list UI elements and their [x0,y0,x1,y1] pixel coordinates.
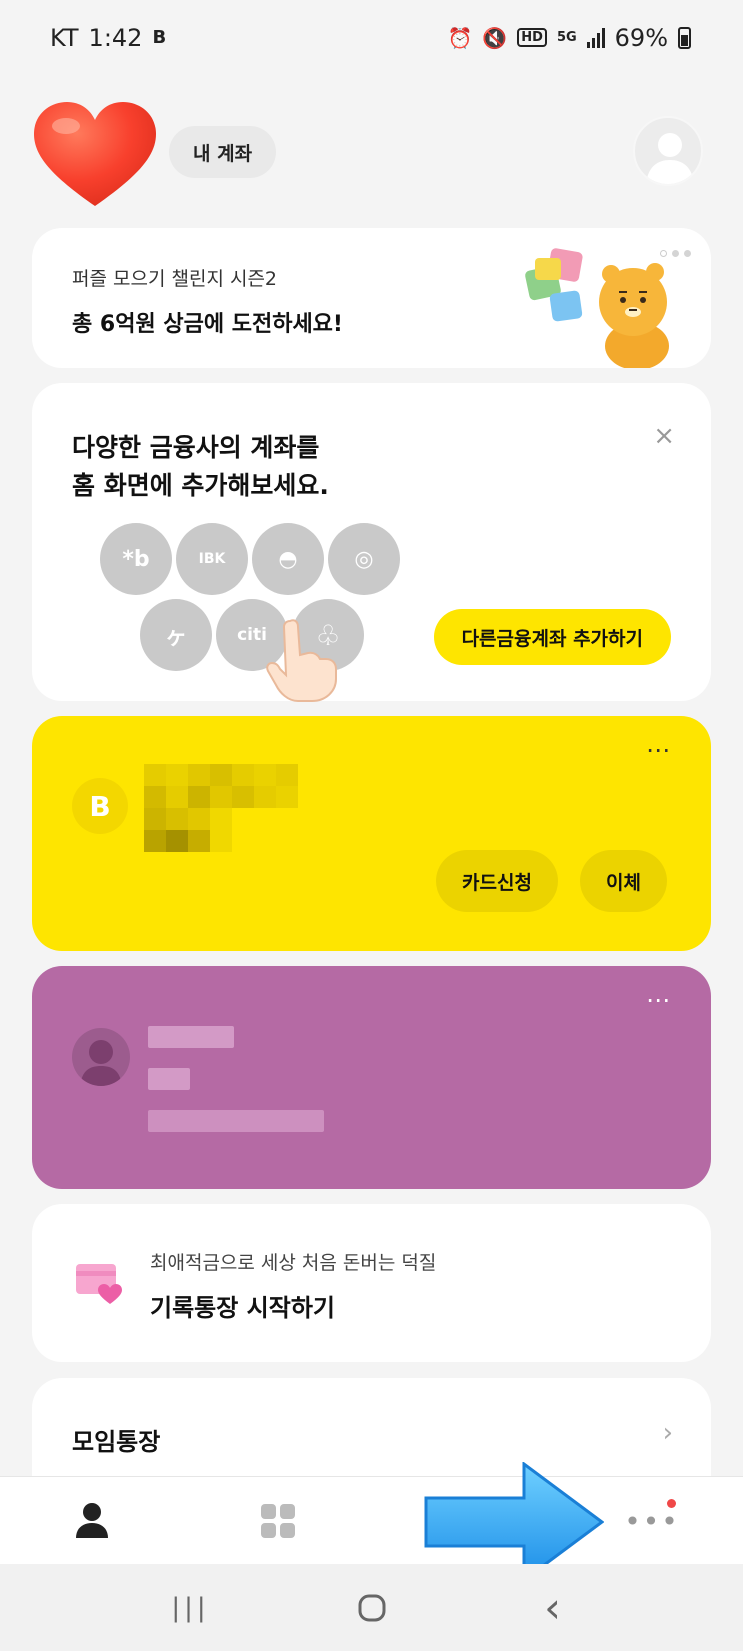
account-name-redacted [144,764,298,808]
chevron-right-icon: › [662,1418,673,1448]
account-balance-redacted [144,808,232,852]
signal-icon [586,27,605,48]
account-profile-avatar [72,1028,130,1086]
back-icon: ‹ [544,1583,561,1632]
more-options-icon[interactable]: ⋯ [646,986,671,1014]
profile-placeholder-icon [646,133,694,184]
bank-logo-hana-icon: ヶ [140,599,212,671]
tab-products[interactable] [218,1477,338,1565]
network-type-icon: 5G [556,30,577,45]
new-badge-dot [667,1499,676,1508]
bottom-tab-bar: ••• [0,1476,743,1564]
my-account-button[interactable]: 내 계좌 [169,126,277,178]
tab-more[interactable]: ••• [592,1477,712,1565]
person-silhouette-icon [80,1040,122,1086]
heart-icon[interactable] [32,100,158,210]
hd-icon: HD [517,28,547,47]
status-left: KT 1:42 B [50,24,166,52]
recent-apps-button[interactable]: ||| [151,1578,231,1638]
heart-card-icon [76,1264,122,1304]
promo-title: 총 6억원 상금에 도전하세요! [72,312,343,337]
group-account-title: 모임통장 [72,1428,161,1456]
carrier-label: KT [50,23,79,52]
add-bank-title: 다양한 금융사의 계좌를 홈 화면에 추가해보세요. [72,429,329,505]
mute-icon: 🔇 [482,25,508,50]
home-button[interactable] [332,1578,412,1638]
home-header: 내 계좌 [32,100,703,210]
puzzle-challenge-banner[interactable]: 퍼즐 모으기 챌린지 시즌2 총 6억원 상금에 도전하세요! [32,228,711,368]
back-button[interactable]: ‹ [513,1578,593,1638]
add-other-bank-card: 다양한 금융사의 계좌를 홈 화면에 추가해보세요. × *b IBK ◓ ◎ … [32,383,711,702]
battery-icon [678,26,691,49]
more-options-icon[interactable]: ⋯ [646,736,671,764]
pointing-hand-icon [266,619,337,702]
record-title: 기록통장 시작하기 [150,1294,335,1322]
add-other-bank-button[interactable]: 다른금융계좌 추가하기 [433,609,671,665]
account-balance-redacted [148,1068,190,1090]
record-subtitle: 최애적금으로 세상 처음 돈버는 덕질 [150,1252,437,1274]
account-name-redacted [148,1026,234,1048]
card-apply-button[interactable]: 카드신청 [436,850,558,912]
add-bank-title-line1: 다양한 금융사의 계좌를 [72,433,320,462]
record-account-banner[interactable]: 최애적금으로 세상 처음 돈버는 덕질 기록통장 시작하기 [32,1204,711,1362]
profile-avatar[interactable] [633,116,703,186]
more-dots-icon: ••• [624,1504,680,1538]
kakaobank-account-card[interactable]: B ⋯ 카드신청 이체 [32,716,711,951]
transfer-button[interactable]: 이체 [580,850,667,912]
status-bar: KT 1:42 B ⏰ 🔇 HD 5G 69% [0,0,743,75]
puzzle-character-illustration [525,248,669,368]
add-bank-title-line2: 홈 화면에 추가해보세요. [72,471,329,500]
clock: 1:42 [88,23,143,52]
bank-logo-ibk-icon: IBK [176,523,248,595]
app-notification-icon: B [152,27,167,48]
promo-subtitle: 퍼즐 모으기 챌린지 시즌2 [72,268,278,290]
bank-logo-woori-icon: ◎ [328,523,400,595]
close-icon[interactable]: × [653,421,675,451]
alarm-icon: ⏰ [447,25,473,50]
status-right: ⏰ 🔇 HD 5G 69% [447,24,691,52]
tab-my-account[interactable] [32,1477,152,1565]
recents-icon: ||| [171,1592,210,1623]
system-navigation-bar: ||| ‹ [0,1564,743,1651]
bank-logo-kb-icon: *b [100,523,172,595]
bank-logo-shinhan-icon: ◓ [252,523,324,595]
kakaobank-logo-icon: B [72,778,128,834]
person-icon [76,1503,108,1538]
purple-account-card[interactable]: ⋯ [32,966,711,1189]
battery-percent: 69% [614,23,668,52]
home-icon [358,1594,385,1621]
account-number-redacted [148,1110,324,1132]
grid-icon [261,1504,295,1538]
